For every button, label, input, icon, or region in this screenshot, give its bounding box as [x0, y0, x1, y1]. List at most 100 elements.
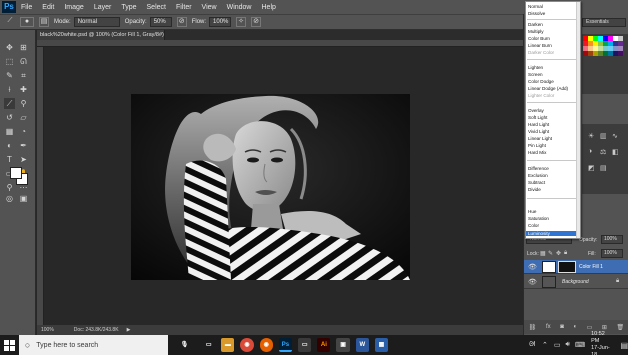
pressure-opacity-icon[interactable]: ⊘: [176, 17, 187, 27]
blend-option[interactable]: Hard Mix: [528, 150, 546, 155]
quick-mask-icon[interactable]: ◎: [4, 193, 15, 204]
move-tool-icon[interactable]: ✥: [4, 42, 15, 53]
clone-stamp-tool-icon[interactable]: ⚲: [18, 98, 29, 109]
layer-row[interactable]: 👁︎ Background 🔒︎: [524, 275, 628, 289]
workspace-switcher[interactable]: Essentials: [582, 18, 626, 27]
artboard-tool-icon[interactable]: ⊞: [18, 42, 29, 53]
blend-option[interactable]: Linear Light: [528, 136, 552, 141]
delete-layer-icon[interactable]: 🗑︎: [617, 324, 625, 331]
tray-chevron-icon[interactable]: ⌃: [542, 341, 548, 349]
blend-option[interactable]: Multiply: [528, 29, 544, 34]
app-window-icon[interactable]: ▭: [298, 338, 312, 352]
hue-saturation-icon[interactable]: ◑: [588, 148, 592, 155]
taskbar-search-box[interactable]: ○ Type here to search: [18, 335, 168, 355]
type-tool-icon[interactable]: T: [4, 154, 15, 165]
marquee-tool-icon[interactable]: ⬚: [4, 56, 15, 67]
opacity-field[interactable]: 50%: [149, 17, 172, 27]
chrome-icon[interactable]: ◉: [240, 338, 254, 352]
blend-option[interactable]: Color Dodge: [528, 79, 554, 84]
network-icon[interactable]: ▭: [554, 341, 561, 349]
blend-option[interactable]: Linear Dodge (Add): [528, 86, 568, 91]
blend-option[interactable]: Soft Light: [528, 115, 547, 120]
lock-move-icon[interactable]: ✥: [556, 250, 561, 257]
eyedropper-tool-icon[interactable]: ⟊: [4, 84, 15, 95]
document-image[interactable]: [131, 94, 410, 280]
photoshop-taskbar-icon[interactable]: Ps: [278, 338, 293, 352]
menu-view[interactable]: View: [197, 4, 222, 11]
notifications-icon[interactable]: ▤: [620, 341, 628, 350]
visibility-eye-icon[interactable]: 👁︎: [528, 263, 537, 271]
zoom-level[interactable]: 100%: [41, 327, 54, 333]
gradient-map-icon[interactable]: ▤: [600, 164, 607, 172]
fill-field[interactable]: 100%: [601, 249, 623, 258]
lock-transparent-icon[interactable]: ▦: [540, 250, 546, 257]
menu-filter[interactable]: Filter: [171, 4, 197, 11]
task-view-icon[interactable]: ▭: [202, 338, 215, 352]
history-brush-tool-icon[interactable]: ↺: [4, 112, 15, 123]
screen-mode-icon[interactable]: ▣: [18, 193, 29, 204]
lock-all-icon[interactable]: 🔒︎: [564, 250, 567, 257]
adjustment-layer-icon[interactable]: ◐: [573, 324, 577, 330]
word-icon[interactable]: W: [355, 338, 369, 352]
blend-option[interactable]: Color: [528, 223, 539, 228]
status-menu-arrow-icon[interactable]: ▶: [127, 327, 131, 333]
healing-brush-tool-icon[interactable]: ✚: [18, 84, 29, 95]
blend-option[interactable]: Linear Burn: [528, 43, 552, 48]
brush-panel-toggle-icon[interactable]: ▤: [39, 17, 49, 27]
menu-window[interactable]: Window: [222, 4, 257, 11]
brush-size-picker[interactable]: ●: [20, 17, 34, 27]
blend-mode-dropdown[interactable]: Normal Dissolve Darken Multiply Color Bu…: [525, 1, 581, 239]
brush-tool-preset-icon[interactable]: ⟋: [5, 17, 15, 27]
black-white-icon[interactable]: ◧: [612, 148, 619, 156]
new-group-icon[interactable]: ▭: [587, 324, 593, 331]
menu-file[interactable]: File: [16, 4, 37, 11]
blend-option[interactable]: Divide: [528, 187, 541, 192]
lock-paint-icon[interactable]: ✎: [548, 250, 553, 257]
blend-option[interactable]: Pin Light: [528, 143, 546, 148]
levels-icon[interactable]: ▥: [600, 132, 607, 140]
people-icon[interactable]: ᘛ: [529, 341, 535, 349]
blend-option[interactable]: Darken: [528, 22, 543, 27]
blend-option[interactable]: Normal: [528, 4, 543, 9]
document-tab[interactable]: black%20white.psd @ 100% (Color Fill 1, …: [37, 30, 165, 48]
brush-tool-icon[interactable]: ⟋: [4, 98, 15, 109]
visibility-eye-icon[interactable]: 👁︎: [528, 278, 537, 286]
file-explorer-icon[interactable]: ▬: [221, 338, 235, 352]
color-balance-icon[interactable]: ⚖: [600, 148, 606, 156]
pressure-size-icon[interactable]: ⊘: [251, 17, 262, 27]
blend-option[interactable]: Dissolve: [528, 11, 545, 16]
menu-select[interactable]: Select: [142, 4, 171, 11]
blend-option[interactable]: Difference: [528, 166, 549, 171]
menu-image[interactable]: Image: [59, 4, 88, 11]
taskbar-clock[interactable]: 10:52 PM 17-Jun-18: [591, 331, 614, 355]
crop-tool-icon[interactable]: ⌗: [18, 70, 29, 81]
blend-option[interactable]: Hue: [528, 209, 536, 214]
menu-type[interactable]: Type: [116, 4, 141, 11]
flow-field[interactable]: 100%: [209, 17, 232, 27]
blend-option[interactable]: Lighten: [528, 65, 543, 70]
blend-option[interactable]: Subtract: [528, 180, 545, 185]
path-selection-tool-icon[interactable]: ➤: [18, 154, 29, 165]
blend-option[interactable]: Saturation: [528, 216, 549, 221]
quick-select-tool-icon[interactable]: ✎: [4, 70, 15, 81]
language-icon[interactable]: ⌨: [575, 341, 585, 349]
menu-layer[interactable]: Layer: [89, 4, 117, 11]
zoom-tool-icon[interactable]: ⚲: [4, 182, 15, 193]
blend-option[interactable]: Exclusion: [528, 173, 548, 178]
add-mask-icon[interactable]: ◙: [560, 324, 564, 330]
blend-option[interactable]: Color Burn: [528, 36, 550, 41]
brightness-icon[interactable]: ☀: [588, 132, 594, 140]
dropdown-scrollbar[interactable]: [576, 2, 580, 238]
start-button[interactable]: [0, 335, 19, 355]
invert-icon[interactable]: ◩: [588, 164, 595, 172]
foreground-color-swatch[interactable]: [10, 167, 22, 179]
mic-icon[interactable]: 🎙︎: [178, 338, 191, 352]
blend-option[interactable]: Hard Light: [528, 122, 549, 127]
menu-help[interactable]: Help: [257, 4, 281, 11]
volume-icon[interactable]: 🔊︎: [566, 341, 570, 349]
curves-icon[interactable]: ∿: [612, 132, 618, 140]
blend-option-selected[interactable]: Luminosity: [528, 231, 550, 236]
mode-select[interactable]: Normal: [73, 17, 120, 27]
illustrator-icon[interactable]: Ai: [317, 338, 331, 352]
dodge-tool-icon[interactable]: ◐: [4, 140, 15, 151]
